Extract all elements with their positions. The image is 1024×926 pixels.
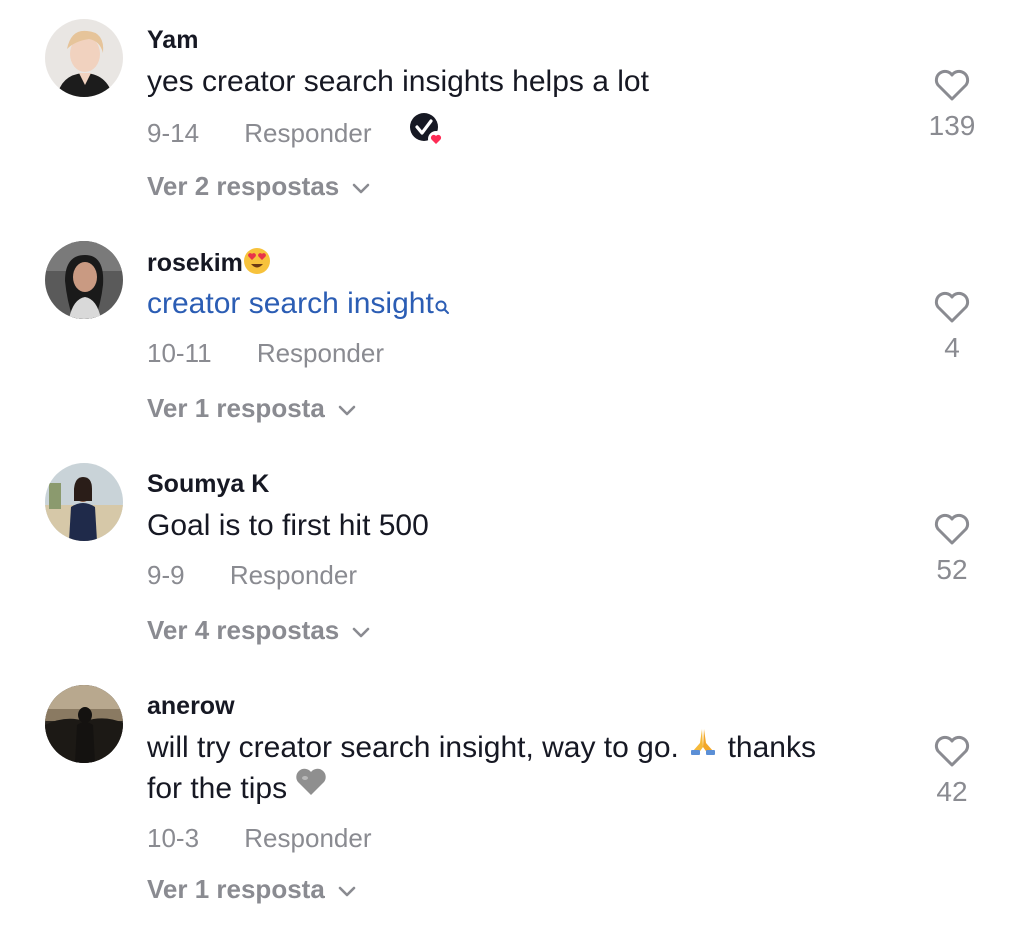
heart-outline-icon [934, 735, 970, 767]
search-icon [434, 285, 450, 326]
like-button[interactable]: 4 [924, 290, 980, 364]
avatar[interactable] [45, 463, 123, 541]
view-replies-button[interactable]: Ver 1 resposta [147, 393, 357, 423]
search-link-label: creator search insight [147, 287, 434, 320]
creator-liked-icon [409, 112, 445, 154]
avatar-photo [45, 241, 123, 319]
like-button[interactable]: 42 [924, 734, 980, 808]
like-button[interactable]: 139 [924, 68, 980, 142]
view-replies-button[interactable]: Ver 2 respostas [147, 171, 371, 201]
view-replies-label: Ver 4 respostas [147, 615, 340, 645]
avatar-photo [45, 685, 123, 763]
comment-item: Yam yes creator search insights helps a … [0, 0, 1024, 222]
view-replies-button[interactable]: Ver 1 resposta [147, 874, 357, 904]
comment-date: 10-11 [147, 338, 212, 368]
comment-meta: 10-11 Responder [147, 338, 384, 368]
comment-text-part: will try creator search insight, way to … [147, 731, 679, 764]
reply-button[interactable]: Responder [230, 560, 357, 590]
avatar[interactable] [45, 19, 123, 97]
view-replies-button[interactable]: Ver 4 respostas [147, 615, 371, 645]
like-button[interactable]: 52 [924, 512, 980, 586]
comment-item: anerow will try creator search insight, … [0, 666, 1024, 926]
view-replies-label: Ver 2 respostas [147, 171, 340, 201]
comment-item: Soumya K Goal is to first hit 500 9-9 Re… [0, 444, 1024, 666]
chevron-down-icon [337, 874, 357, 904]
comment-meta: 9-14 Responder [147, 113, 445, 154]
avatar-photo [45, 19, 123, 97]
folded-hands-emoji-icon [687, 725, 719, 768]
like-count: 52 [936, 554, 968, 585]
heart-outline-icon [934, 513, 970, 545]
view-replies-label: Ver 1 resposta [147, 393, 325, 423]
grey-heart-emoji-icon [295, 767, 327, 808]
comment-item: rosekim creator search insight 10-11 Res… [0, 222, 1024, 444]
heart-outline-icon [934, 69, 970, 101]
heart-eyes-emoji-icon [243, 247, 271, 282]
comment-text-part: thanks [727, 731, 816, 764]
username-label: rosekim [147, 249, 243, 278]
like-count: 42 [936, 776, 968, 807]
comment-username[interactable]: Yam [147, 25, 198, 55]
chevron-down-icon [337, 393, 357, 423]
comment-username[interactable]: rosekim [147, 247, 271, 282]
comment-text: Goal is to first hit 500 [147, 509, 429, 542]
view-replies-label: Ver 1 resposta [147, 874, 325, 904]
avatar[interactable] [45, 685, 123, 763]
comment-text: yes creator search insights helps a lot [147, 65, 649, 98]
comment-text: will try creator search insight, way to … [147, 727, 887, 809]
comment-date: 9-9 [147, 560, 185, 590]
comment-username[interactable]: anerow [147, 691, 235, 721]
like-count: 139 [928, 110, 976, 141]
comment-meta: 9-9 Responder [147, 560, 357, 590]
chevron-down-icon [351, 171, 371, 201]
comment-meta: 10-3 Responder [147, 823, 371, 853]
search-link[interactable]: creator search insight [147, 283, 887, 326]
chevron-down-icon [351, 615, 371, 645]
avatar[interactable] [45, 241, 123, 319]
comment-text-part: for the tips [147, 772, 288, 805]
reply-button[interactable]: Responder [244, 118, 371, 148]
heart-outline-icon [934, 291, 970, 323]
comment-date: 10-3 [147, 823, 200, 853]
reply-button[interactable]: Responder [257, 338, 384, 368]
comment-username[interactable]: Soumya K [147, 469, 269, 499]
reply-button[interactable]: Responder [244, 823, 371, 853]
comment-date: 9-14 [147, 117, 200, 148]
like-count: 4 [944, 332, 960, 363]
avatar-photo [45, 463, 123, 541]
